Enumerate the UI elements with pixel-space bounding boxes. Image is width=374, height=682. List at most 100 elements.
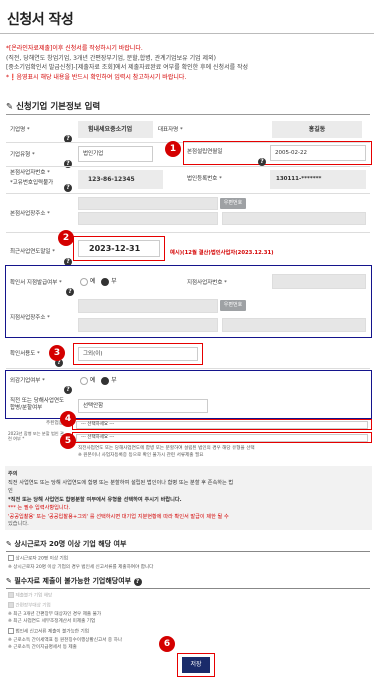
help-icon[interactable]: ? (64, 184, 72, 192)
exempt-note-4: ※ 근로소득 간이지급명세서 등 제출 (8, 645, 77, 650)
foreign-label: 외감기업여부 * (10, 378, 45, 384)
edit-icon: ✎ (6, 577, 12, 585)
exempt-check2-row: 간편장부대상 기업 (8, 602, 51, 610)
branch-address-field-1 (78, 318, 218, 332)
merger-relation-select[interactable]: --- 선택하세요 --- (76, 434, 368, 442)
company-name-field: 힘내세요중소기업 (78, 121, 153, 138)
usage-select[interactable]: 그외(이) (78, 347, 198, 361)
exempt-section-title: 필수자료 제출이 불가능한 기업해당여부 (14, 577, 132, 585)
branch-postcode-field (78, 299, 218, 313)
ceo-field: 홍길동 (272, 121, 362, 138)
biz-no-label: 본점사업자번호 * (10, 170, 50, 176)
intro-line-1: *[온라인자료제출]이후 신청서를 작성하시기 바랍니다. (6, 45, 143, 52)
branch-label: 확인서 지점발급여부 * (10, 280, 62, 286)
corp-reg-label: 법인등록번호 * (187, 176, 222, 182)
branch-address-field-2 (222, 318, 366, 332)
est-date-label: 본점설립연월일 (187, 149, 223, 155)
exempt-check1-label: 제출불가 기업 해당 (15, 593, 53, 599)
exempt-note-1: ※ 최근 3개년 간편장부 대상자인 경우 제출 불가 (8, 612, 102, 617)
notice-line-1: 직전 사업연도 또는 당해 사업연도에 합병 또는 분할하여 설립된 법인이나 … (8, 479, 234, 486)
branch-yes-radio[interactable] (80, 277, 88, 286)
biz-no-note: *고유번호입력불가 (10, 180, 54, 186)
edit-icon: ✎ (6, 102, 14, 112)
help-icon[interactable]: ? (258, 158, 266, 166)
exempt-check2-label: 간편장부대상 기업 (15, 603, 51, 609)
branch-addr-label: 지점사업장주소 * (10, 315, 50, 321)
exempt-check3-row: 법인세 신고서류 제출이 불가능한 기업 (8, 628, 89, 636)
address-label: 본점사업장주소 * (10, 211, 50, 217)
row-divider (6, 368, 370, 369)
intro-line-2: (직전, 당해연도 창업기업, 3개년 간편장부기업, 분할,합병, 관계기업보… (6, 54, 216, 62)
branch-radio-group: 예 부 (80, 276, 117, 286)
company-name-label: 기업명 * (10, 127, 30, 133)
ceo-label: 대표자명 * (158, 127, 183, 133)
merger-note-1: 직전사업연도 또는 당해사업연도에 합병 또는 분할하여 설립된 법인의 경우 … (78, 446, 255, 451)
main-industry-select[interactable]: --- 선택하세요 --- (76, 421, 368, 429)
merger-relation-label: 2023년 합병 또는 분할 법인 관련 여부 * (8, 431, 64, 441)
postcode-field (78, 197, 218, 210)
help-icon[interactable]: ? (133, 578, 142, 586)
section-divider (6, 588, 370, 589)
industry-label: 확인서용도 * (10, 351, 40, 357)
annotation-badge-2: 2 (58, 230, 74, 246)
exempt-check3-label: 법인세 신고서류 제출이 불가능한 기업 (15, 629, 89, 635)
exempt-checkbox-1[interactable] (8, 592, 14, 598)
edit-icon: ✎ (6, 540, 12, 548)
emp-check-label: 상시근로자 20명 이상 기업 (15, 556, 68, 562)
branch-no-label: 지점사업자번호 * (187, 280, 227, 286)
save-button[interactable]: 저장 (182, 657, 210, 673)
section-basic-header: ✎ 신청기업 기본정보 입력 (6, 100, 100, 112)
branch-yes-label: 예 (89, 278, 96, 285)
section-divider (6, 114, 370, 115)
merger-note-2: ※ 원본이나 사업자등록증 등으로 확인 불가시 관련 서류제출 필요 (78, 453, 204, 458)
emp-section-header: ✎ 상시근로자 20명 이상 기업 해당 여부 (6, 539, 126, 549)
est-date-input[interactable]: 2005-02-22 (270, 145, 366, 161)
notice-line-3: *직전 또는 당해 사업연도 합병분할 여부에서 유형을 선택하여 주시기 바랍… (8, 496, 182, 503)
intro-notice: *[온라인자료제출]이후 신청서를 작성하시기 바랍니다. (직전, 당해연도 … (6, 44, 370, 82)
foreign-no-radio[interactable] (101, 376, 110, 385)
section-basic-title: 신청기업 기본정보 입력 (16, 102, 101, 112)
notice-line-6: 있습니다. (8, 521, 29, 527)
branch-no-field (272, 274, 366, 289)
fiscal-date-input[interactable]: 2023-12-31 (78, 240, 160, 257)
annotation-badge-6: 6 (159, 636, 175, 652)
exempt-checkbox-2[interactable] (8, 602, 14, 608)
address-field-2 (222, 212, 366, 225)
help-icon[interactable]: ? (64, 386, 72, 394)
foreign-radio-group: 예 부 (80, 375, 117, 385)
page-title: 신청서 작성 (7, 12, 74, 28)
emp-note: ※ 상시근로자 20명 이상 기업의 경우 법인세 신고서류를 제출하여야 합니… (8, 565, 154, 570)
corp-type-label: 기업유형 * (10, 152, 35, 158)
corp-reg-field: 130111-******* (270, 170, 366, 189)
help-icon[interactable]: ? (66, 288, 74, 296)
emp-checkbox-row: 상시근로자 20명 이상 기업 (8, 555, 68, 563)
notice-line-2: 인 (8, 488, 13, 494)
emp-checkbox[interactable] (8, 555, 14, 561)
merger-select[interactable]: 선택안함 (78, 399, 208, 413)
intro-line-3: [중소기업확인서 발급신청]-[제출자료 조회]에서 제출자료완료 여부를 확인… (6, 64, 249, 71)
postcode-button[interactable]: 우편번호 (220, 198, 246, 209)
foreign-yes-radio[interactable] (80, 376, 88, 385)
notice-title: 주의 (8, 471, 18, 477)
notice-line-5: '공공입찰용' 또는 '공공입찰용+그외' 를 선택하시면 대기업 지분현황에 … (8, 513, 229, 520)
annotation-badge-5: 5 (60, 433, 76, 449)
foreign-yes-label: 예 (89, 377, 96, 384)
notice-text: 주의 직전 사업연도 또는 당해 사업연도에 합병 또는 분할하여 설립된 법인… (8, 470, 370, 521)
address-field-1 (78, 212, 218, 225)
annotation-badge-3: 3 (49, 345, 65, 361)
row-divider (6, 166, 370, 167)
row-divider (6, 193, 370, 194)
exempt-note-2: ※ 최근 사업연도 세무조정계산서 미제출 기업 (8, 619, 96, 624)
exempt-check1-row: 제출불가 기업 해당 (8, 592, 52, 600)
exempt-note-3: ※ 근로소득 간이세액표 등 원천징수이행상황신고서 중 하나 (8, 638, 123, 643)
section-divider (6, 551, 370, 552)
branch-no-radio[interactable] (101, 277, 110, 286)
annotation-badge-1: 1 (165, 141, 181, 157)
fiscal-example: 예시)(12월 결산)법인사업자(2023.12.31) (170, 250, 274, 256)
exempt-checkbox-3[interactable] (8, 628, 14, 634)
branch-no-label: 부 (111, 278, 117, 285)
corp-type-field[interactable]: 법인기업 (78, 146, 153, 162)
branch-postcode-button[interactable]: 우편번호 (220, 300, 246, 311)
notice-line-4: *** 는 필수 입력사항입니다. (8, 505, 71, 511)
emp-section-title: 상시근로자 20명 이상 기업 해당 여부 (14, 540, 127, 548)
